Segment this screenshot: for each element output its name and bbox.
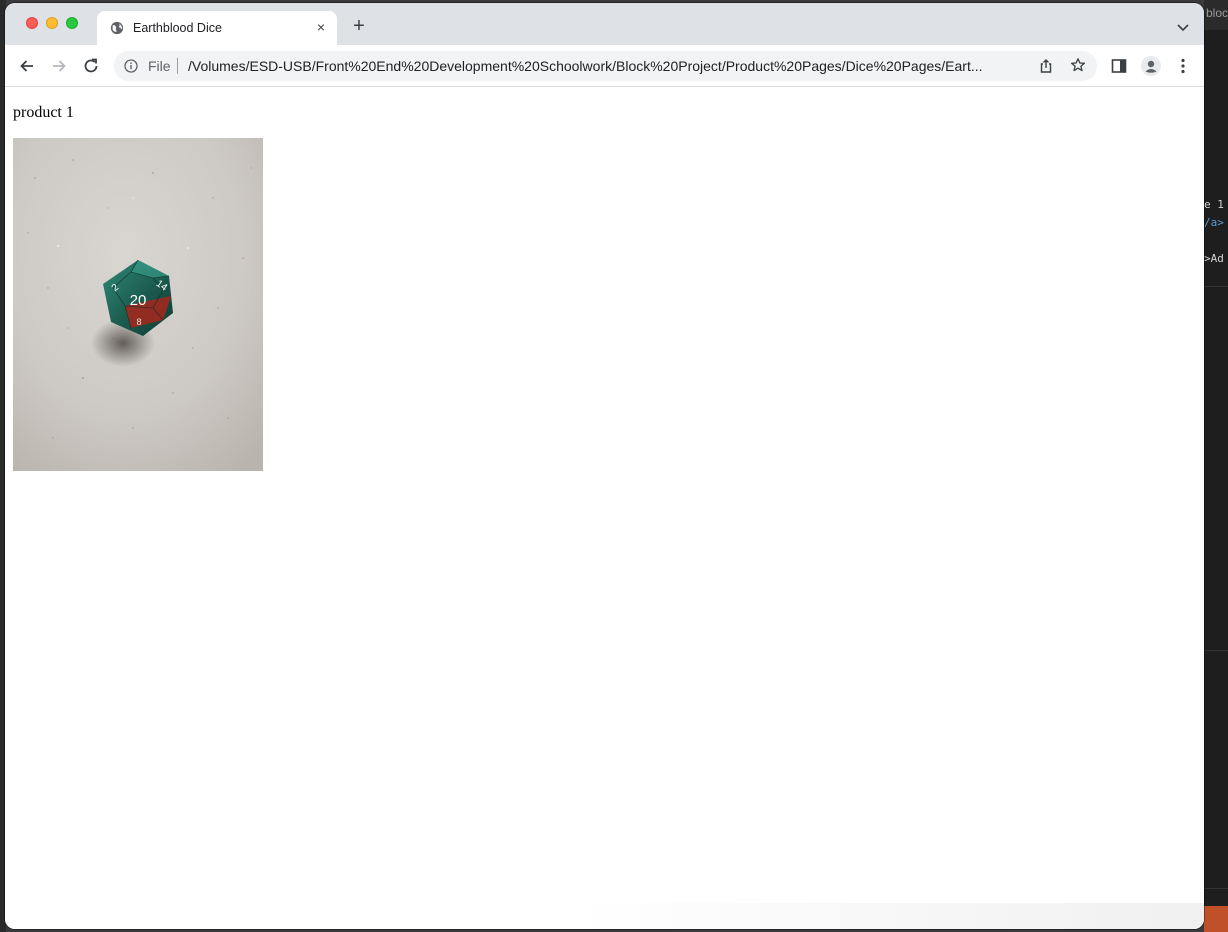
background-code-line: e 1: [1204, 198, 1224, 211]
product-image: 20 14 2 8: [13, 138, 263, 471]
chevron-down-icon[interactable]: [1175, 19, 1191, 35]
tab-title: Earthblood Dice: [133, 21, 222, 35]
divider: [177, 58, 178, 74]
tab-strip: Earthblood Dice × +: [5, 3, 1204, 45]
page-content: product 1 20 14 2 8: [5, 88, 1204, 929]
new-tab-button[interactable]: +: [349, 16, 369, 37]
side-panel-icon[interactable]: [1110, 57, 1128, 75]
background-code-line: >Ad: [1204, 252, 1224, 265]
browser-window: Earthblood Dice × + File /Volumes/ESD-US…: [5, 3, 1204, 929]
kebab-menu-icon[interactable]: [1174, 57, 1192, 75]
window-minimize-button[interactable]: [46, 17, 58, 29]
background-code-line: /a>: [1204, 216, 1224, 229]
reload-icon[interactable]: [81, 56, 101, 76]
url-scheme-label: File: [148, 58, 171, 74]
d20-dice-photo: 20 14 2 8: [13, 138, 263, 471]
star-icon[interactable]: [1070, 57, 1086, 73]
divider: [1204, 650, 1228, 651]
divider: [1204, 888, 1228, 889]
profile-icon[interactable]: [1141, 56, 1161, 76]
share-icon[interactable]: [1038, 58, 1054, 74]
background-status-bar: [1204, 906, 1228, 932]
tab-earthblood-dice[interactable]: Earthblood Dice ×: [97, 11, 337, 45]
forward-arrow-icon[interactable]: [49, 56, 69, 76]
info-icon[interactable]: [124, 59, 138, 73]
tab-close-icon[interactable]: ×: [314, 20, 328, 34]
background-editor-titlebar: bloc: [1204, 0, 1228, 30]
window-maximize-button[interactable]: [66, 17, 78, 29]
window-bottom-shade: [575, 903, 1204, 929]
page-heading: product 1: [13, 104, 74, 121]
background-editor-title: bloc: [1206, 6, 1228, 20]
window-close-button[interactable]: [26, 17, 38, 29]
back-arrow-icon[interactable]: [17, 56, 37, 76]
background-code-editor: bloc e 1 /a> >Ad: [1204, 0, 1228, 932]
url-text[interactable]: /Volumes/ESD-USB/Front%20End%20Developme…: [188, 58, 1028, 74]
svg-text:8: 8: [136, 317, 141, 327]
globe-icon: [110, 21, 124, 35]
address-bar[interactable]: File /Volumes/ESD-USB/Front%20End%20Deve…: [114, 51, 1097, 81]
svg-text:20: 20: [130, 292, 147, 309]
browser-toolbar: File /Volumes/ESD-USB/Front%20End%20Deve…: [5, 45, 1204, 87]
divider: [1204, 286, 1228, 287]
